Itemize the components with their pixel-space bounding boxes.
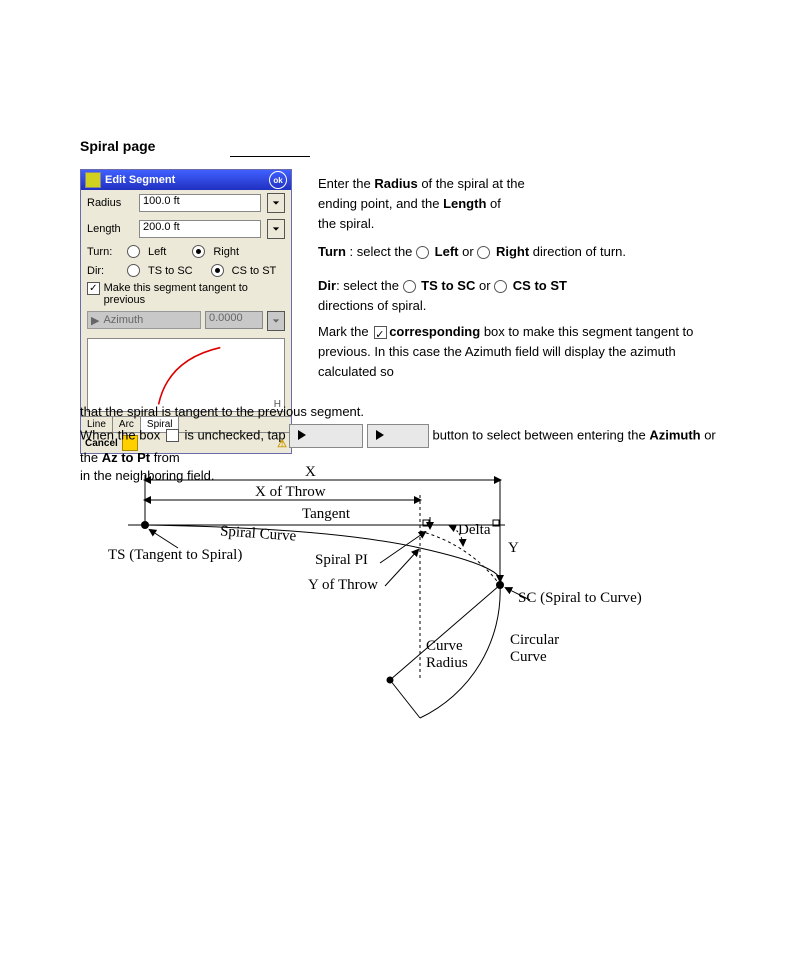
play-button-2[interactable] [367,424,429,448]
length-label: Length [87,223,133,235]
desc-p4b: that the spiral is tangent to the previo… [80,402,700,422]
inline-checkbox-checked [374,326,387,339]
desc-p4: Mark the corresponding box to make this … [318,322,708,382]
label-circular-curve: Circular Curve [510,632,559,666]
play-button-1[interactable] [289,424,363,448]
turn-left-radio[interactable] [127,245,140,258]
length-input[interactable]: 200.0 ft [139,220,261,238]
ok-button[interactable]: ok [269,171,287,189]
label-y: Y [508,540,519,557]
radius-units-dropdown[interactable] [267,193,285,213]
label-x-throw: X of Throw [255,484,326,501]
label-delta: Delta [458,522,490,539]
tangent-check-label: Make this segment tangent to previous [104,282,285,306]
label-ts: TS (Tangent to Spiral) [108,547,242,564]
azimuth-dropdown [267,311,285,331]
dialog-titlebar: Edit Segment ok [81,170,291,190]
label-x: X [305,464,316,481]
dir-tssc-radio[interactable] [127,264,140,277]
play-icon: ▶ [91,314,99,327]
azimuth-input: 0.0000 [205,311,263,329]
inline-checkbox [166,429,179,442]
azimuth-button-label: Azimuth [103,314,143,326]
length-units-dropdown[interactable] [267,219,285,239]
inline-csst-radio [494,280,507,293]
app-icon [85,172,101,188]
chevron-down-icon [272,317,280,325]
turn-left-label: Left [148,246,166,258]
section-title: Spiral page [80,138,155,154]
label-spiral-pi: Spiral PI [315,552,368,569]
tangent-checkbox[interactable]: ✓ [87,282,100,295]
dir-tssc-label: TS to SC [148,265,193,277]
label-sc: SC (Spiral to Curve) [518,590,642,607]
desc-p5: When the box is unchecked, tap button to… [80,424,720,468]
chevron-down-icon [272,199,280,207]
radius-label: Radius [87,197,133,209]
dialog-title: Edit Segment [105,174,175,186]
dir-csst-radio[interactable] [211,264,224,277]
radius-input[interactable]: 100.0 ft [139,194,261,212]
label-curve-radius: Curve Radius [426,638,468,672]
turn-right-radio[interactable] [192,245,205,258]
section-rule [230,156,310,157]
azimuth-button[interactable]: ▶ Azimuth [87,311,201,329]
desc-p3: Dir: select the TS to SC or CS to ST dir… [318,276,688,316]
dir-label: Dir: [87,265,121,277]
segment-preview: H [87,338,285,412]
turn-right-label: Right [213,246,239,258]
spiral-diagram: X X of Throw Tangent TS (Tangent to Spir… [130,470,670,750]
desc-p2: Turn : select the Left or Right directio… [318,242,688,262]
turn-label: Turn: [87,246,121,258]
inline-left-radio [416,246,429,259]
label-tangent: Tangent [302,506,350,523]
inline-right-radio [477,246,490,259]
label-y-throw: Y of Throw [308,577,378,594]
desc-p1: Enter the Radius of the spiral at the en… [318,174,688,234]
chevron-down-icon [272,225,280,233]
inline-tssc-radio [403,280,416,293]
dir-csst-label: CS to ST [232,265,277,277]
